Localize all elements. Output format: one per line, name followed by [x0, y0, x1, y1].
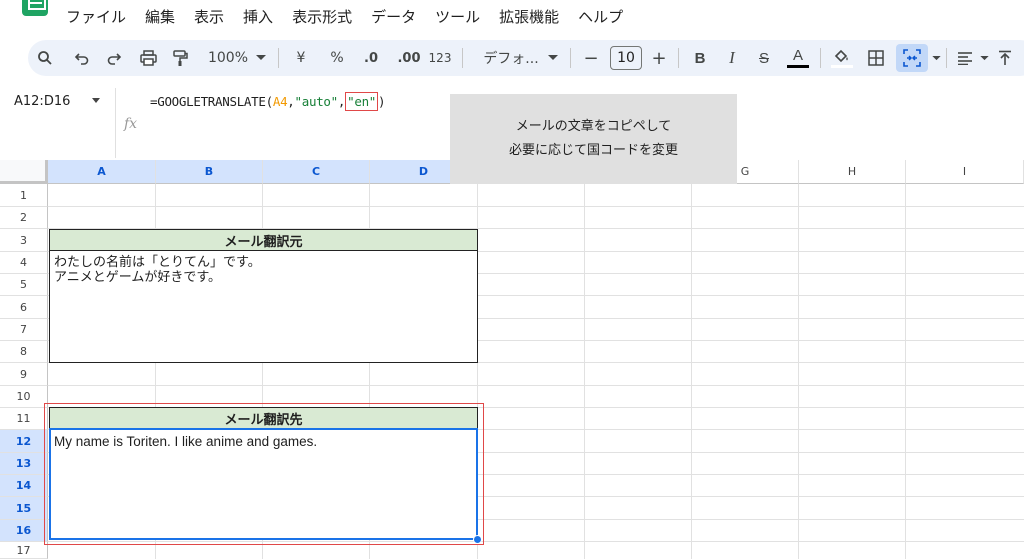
formula-bar-divider	[115, 88, 116, 158]
name-box-dropdown-icon[interactable]	[92, 98, 100, 103]
row-header-10[interactable]: 10	[0, 386, 48, 408]
source-text-cell[interactable]: わたしの名前は「とりてん」です。 アニメとゲームが好きです。	[49, 251, 478, 363]
increase-decimal-button[interactable]: .00	[394, 40, 424, 76]
align-dropdown-icon[interactable]	[978, 40, 990, 76]
bold-button[interactable]: B	[688, 40, 712, 76]
strikethrough-button[interactable]: S	[752, 40, 776, 76]
column-header-c[interactable]: C	[263, 160, 370, 184]
row-header-11[interactable]: 11	[0, 408, 48, 430]
row-header-1[interactable]: 1	[0, 184, 48, 207]
menu-format[interactable]: 表示形式	[292, 6, 352, 27]
select-all-corner[interactable]	[0, 160, 48, 184]
source-text-line-1: わたしの名前は「とりてん」です。	[54, 255, 261, 270]
zoom-dropdown-icon[interactable]	[254, 40, 268, 76]
row-header-5[interactable]: 5	[0, 274, 48, 296]
row-header-9[interactable]: 9	[0, 363, 48, 386]
formula-close-paren: )	[378, 94, 386, 109]
formula-cell-ref: A4	[272, 94, 288, 109]
formula-source-lang: "auto"	[294, 94, 339, 109]
menu-data[interactable]: データ	[371, 6, 416, 27]
fill-color-icon[interactable]	[828, 40, 856, 76]
menu-extensions[interactable]: 拡張機能	[499, 6, 559, 27]
column-header-a[interactable]: A	[48, 160, 156, 184]
fx-icon: fx	[124, 116, 138, 132]
font-size-decrease-button[interactable]: −	[580, 40, 602, 76]
zoom-select[interactable]: 100%	[204, 40, 252, 76]
menu-edit[interactable]: 編集	[145, 6, 175, 27]
menu-items: ファイル 編集 表示 挿入 表示形式 データ ツール 拡張機能 ヘルプ	[66, 6, 642, 27]
sheets-logo-icon[interactable]	[22, 0, 48, 16]
menu-insert[interactable]: 挿入	[243, 6, 273, 27]
source-text-line-2: アニメとゲームが好きです。	[54, 270, 222, 285]
row-header-14[interactable]: 14	[0, 475, 48, 497]
translated-text-cell[interactable]: My name is Toriten. I like anime and gam…	[49, 428, 478, 540]
merge-cells-icon[interactable]	[896, 40, 928, 76]
formula-input[interactable]: =GOOGLETRANSLATE(A4,"auto", "en")	[150, 92, 386, 111]
menu-tools[interactable]: ツール	[435, 6, 480, 27]
row-header-16[interactable]: 16	[0, 520, 48, 542]
italic-button[interactable]: I	[720, 40, 744, 76]
currency-format-button[interactable]: ¥	[290, 40, 312, 76]
row-header-12[interactable]: 12	[0, 430, 48, 453]
font-size-increase-button[interactable]: +	[648, 40, 670, 76]
callout-line-2: 必要に応じて国コードを変更	[508, 143, 678, 158]
horizontal-align-icon[interactable]	[954, 40, 976, 76]
fill-handle[interactable]	[473, 535, 482, 544]
formula-comma: ,	[287, 94, 295, 109]
percent-format-button[interactable]: %	[326, 40, 348, 76]
menu-bar: ファイル 編集 表示 挿入 表示形式 データ ツール 拡張機能 ヘルプ	[0, 0, 1024, 34]
row-header-7[interactable]: 7	[0, 319, 48, 341]
formula-target-lang-highlight: "en"	[345, 92, 379, 111]
redo-icon[interactable]	[100, 40, 128, 76]
row-header-17[interactable]: 17	[0, 542, 48, 559]
paint-format-icon[interactable]	[166, 40, 194, 76]
row-header-8[interactable]: 8	[0, 341, 48, 363]
column-header-h[interactable]: H	[799, 160, 906, 184]
borders-icon[interactable]	[862, 40, 890, 76]
callout-line-1: メールの文章をコピペして	[515, 119, 672, 134]
merge-dropdown-icon[interactable]	[930, 40, 942, 76]
spreadsheet-grid[interactable]: A B C D E F G H I 1 2 3 4 5 6 7 8 9 10 1…	[0, 160, 1024, 559]
column-header-i[interactable]: I	[906, 160, 1024, 184]
name-box[interactable]: A12:D16	[14, 94, 70, 109]
text-color-label: A	[792, 47, 803, 64]
row-header-2[interactable]: 2	[0, 207, 48, 229]
source-block-header[interactable]: メール翻訳元	[49, 229, 478, 251]
target-block-header[interactable]: メール翻訳先	[49, 407, 478, 429]
number-format-button[interactable]: 123	[426, 40, 454, 76]
menu-help[interactable]: ヘルプ	[578, 6, 623, 27]
text-color-button[interactable]: A	[784, 40, 812, 76]
search-icon[interactable]	[30, 40, 60, 76]
row-header-13[interactable]: 13	[0, 453, 48, 475]
row-header-3[interactable]: 3	[0, 229, 48, 252]
fill-color-swatch	[831, 65, 853, 68]
toolbar: 100% ¥ % .0 .00 123 デフォ... − 10 + B I S …	[28, 40, 1024, 76]
text-color-swatch	[787, 65, 809, 68]
annotation-callout: メールの文章をコピペして 必要に応じて国コードを変更	[450, 94, 737, 184]
font-size-input[interactable]: 10	[610, 46, 642, 70]
font-dropdown-icon[interactable]	[546, 40, 560, 76]
row-header-6[interactable]: 6	[0, 296, 48, 319]
vertical-align-icon[interactable]	[992, 40, 1018, 76]
column-header-b[interactable]: B	[156, 160, 263, 184]
undo-icon[interactable]	[68, 40, 96, 76]
font-select[interactable]: デフォ...	[476, 40, 546, 76]
menu-file[interactable]: ファイル	[66, 6, 126, 27]
menu-view[interactable]: 表示	[194, 6, 224, 27]
row-header-4[interactable]: 4	[0, 252, 48, 274]
row-header-15[interactable]: 15	[0, 497, 48, 520]
decrease-decimal-button[interactable]: .0	[358, 40, 384, 76]
formula-function: =GOOGLETRANSLATE(	[150, 94, 273, 109]
print-icon[interactable]	[134, 40, 162, 76]
